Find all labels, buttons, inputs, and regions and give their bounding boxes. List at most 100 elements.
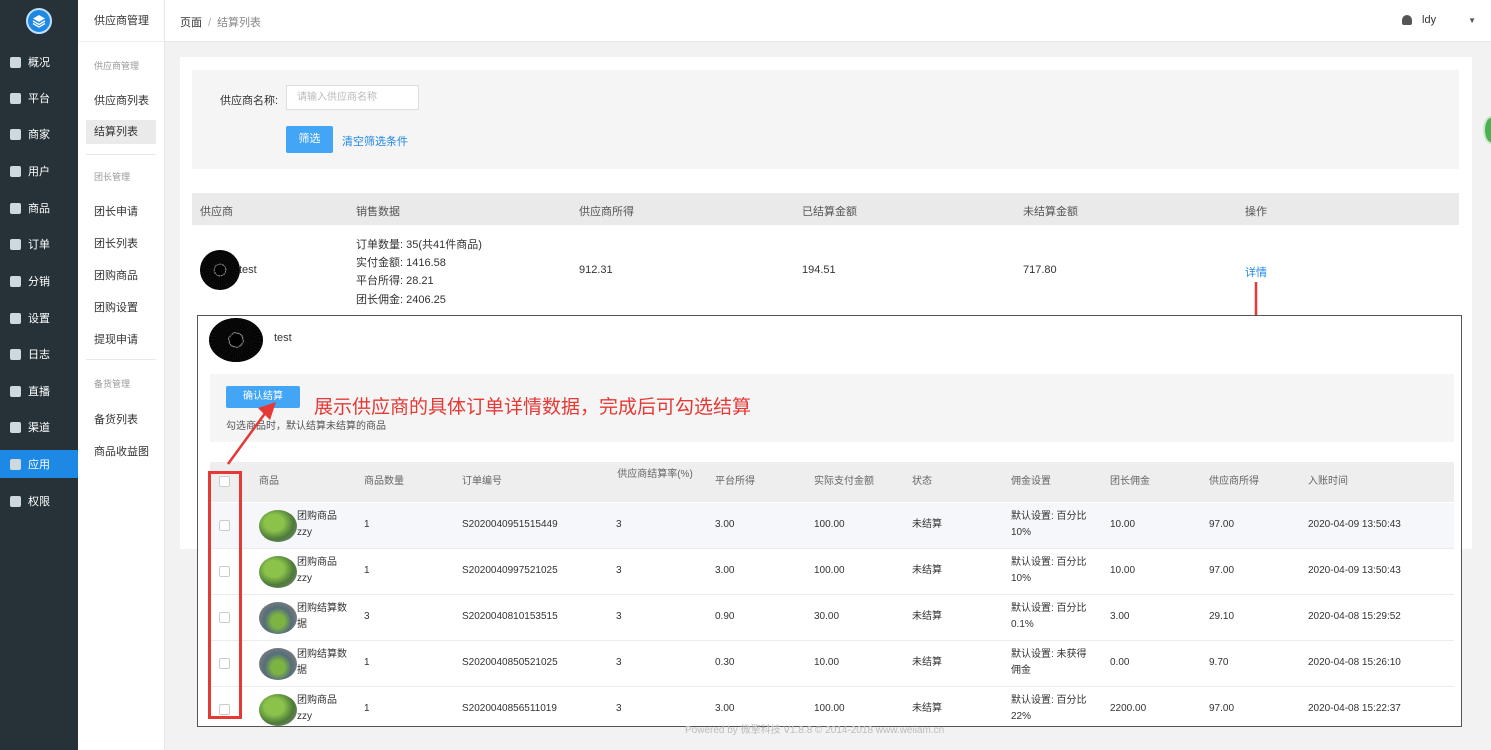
cell-name: 团购商品zzy bbox=[297, 695, 337, 722]
filter-button[interactable]: 筛选 bbox=[286, 126, 333, 153]
nav-item[interactable]: 直播 bbox=[0, 377, 78, 405]
nav-item-label: 应用 bbox=[28, 459, 50, 471]
subnav-divider bbox=[86, 359, 156, 360]
clear-filter-link[interactable]: 清空筛选条件 bbox=[342, 133, 408, 149]
cell-leader: 3.00 bbox=[1110, 611, 1130, 622]
product-thumbnail bbox=[259, 602, 297, 634]
nav-item[interactable]: 平台 bbox=[0, 84, 78, 112]
cell-paid: 100.00 bbox=[814, 519, 845, 530]
cell-commission: 默认设置: 百分比10% bbox=[1011, 511, 1087, 538]
detail-link[interactable]: 详情 bbox=[1245, 264, 1267, 280]
cell-status: 未结算 bbox=[912, 703, 942, 714]
supplier-name-label: 供应商名称: bbox=[220, 95, 279, 107]
nav-item[interactable]: 渠道 bbox=[0, 413, 78, 441]
floating-help-icon[interactable] bbox=[1483, 116, 1491, 144]
nav-item-label: 渠道 bbox=[28, 422, 50, 434]
cell-qty: 1 bbox=[364, 565, 370, 576]
cell-income: 29.10 bbox=[1209, 611, 1235, 622]
cell-time: 2020-04-08 15:26:10 bbox=[1308, 657, 1401, 668]
cell-name: 团购商品zzy bbox=[297, 557, 337, 584]
nav-item-label: 设置 bbox=[28, 313, 50, 325]
nav-item[interactable]: 权限 bbox=[0, 487, 78, 515]
settlement-detail-panel: test 确认结算 勾选商品时，默认结算未结算的商品 展示供应商的具体订单详情数… bbox=[197, 315, 1462, 727]
cell-income: 97.00 bbox=[1209, 703, 1235, 714]
subnav-item-group-goods[interactable]: 团购商品 bbox=[86, 264, 156, 288]
detail-supplier-avatar bbox=[209, 318, 263, 362]
monitor-icon bbox=[10, 92, 21, 104]
column-header: 佣金设置 bbox=[1011, 476, 1051, 487]
table-row: 团购商品zzy 1 S2020040997521025 3 3.00 100.00 未结算 默… bbox=[210, 549, 1454, 595]
cell-rate: 3 bbox=[616, 611, 622, 622]
user-icon bbox=[1402, 15, 1413, 25]
nav-item[interactable]: 商品 bbox=[0, 194, 78, 222]
cell-rate: 3 bbox=[616, 519, 622, 530]
column-header: 状态 bbox=[912, 476, 932, 487]
breadcrumb-current: 结算列表 bbox=[217, 17, 262, 29]
subnav-item-supplier-list[interactable]: 供应商列表 bbox=[86, 89, 156, 113]
cell-time: 2020-04-08 15:22:37 bbox=[1308, 703, 1401, 714]
cell-paid: 30.00 bbox=[814, 611, 840, 622]
subnav-item-leader-list[interactable]: 团长列表 bbox=[86, 232, 156, 256]
goods-icon bbox=[10, 202, 21, 214]
top-bar: 页面 / 结算列表 ldy ▼ bbox=[165, 0, 1491, 42]
nav-item[interactable]: 用户 bbox=[0, 157, 78, 185]
nav-item-label: 用户 bbox=[28, 166, 50, 178]
nav-item-label: 权限 bbox=[28, 496, 50, 508]
user-menu[interactable]: ldy ▼ bbox=[1402, 14, 1476, 26]
column-header: 供应商结算率(%) bbox=[617, 469, 693, 480]
cell-income: 9.70 bbox=[1209, 657, 1229, 668]
cell-commission: 默认设置: 百分比10% bbox=[1011, 557, 1087, 584]
cell-status: 未结算 bbox=[912, 657, 942, 668]
subnav-item-revenue-chart[interactable]: 商品收益图 bbox=[86, 440, 156, 464]
breadcrumb-root[interactable]: 页面 bbox=[180, 17, 202, 29]
column-header: 商品 bbox=[259, 476, 279, 487]
product-thumbnail bbox=[259, 648, 297, 680]
chevron-down-icon[interactable]: ▼ bbox=[1468, 16, 1476, 25]
annotation-arrow-up-icon bbox=[226, 402, 276, 465]
column-header: 商品数量 bbox=[364, 476, 404, 487]
nav-item[interactable]: 日志 bbox=[0, 340, 78, 368]
nav-item[interactable]: 设置 bbox=[0, 304, 78, 332]
nav-item-label: 商品 bbox=[28, 203, 50, 215]
nav-item[interactable]: 概况 bbox=[0, 48, 78, 76]
nav-item-label: 分销 bbox=[28, 276, 50, 288]
cell-qty: 1 bbox=[364, 519, 370, 530]
cell-commission: 默认设置: 未获得佣金 bbox=[1011, 649, 1087, 676]
nav-item[interactable]: 分销 bbox=[0, 267, 78, 295]
column-header: 实际支付金额 bbox=[814, 476, 874, 487]
nav-item[interactable]: 商家 bbox=[0, 120, 78, 148]
product-thumbnail bbox=[259, 556, 297, 588]
sales-paid-amount: 实付金额: 1416.58 bbox=[356, 257, 446, 269]
supplier-income: 912.31 bbox=[579, 264, 613, 276]
subnav-item-leader-apply[interactable]: 团长申请 bbox=[86, 200, 156, 224]
supplier-avatar bbox=[200, 250, 240, 290]
column-header: 团长佣金 bbox=[1110, 476, 1150, 487]
column-header: 订单编号 bbox=[462, 476, 502, 487]
cell-status: 未结算 bbox=[912, 611, 942, 622]
user-icon bbox=[10, 165, 21, 177]
subnav-item-withdraw[interactable]: 提现申请 bbox=[86, 328, 156, 352]
subnav-item-stock-list[interactable]: 备货列表 bbox=[86, 408, 156, 432]
column-header: 入账时间 bbox=[1308, 476, 1348, 487]
cell-qty: 1 bbox=[364, 657, 370, 668]
supplier-name-input[interactable]: 请输入供应商名称 bbox=[286, 85, 419, 110]
cell-leader: 10.00 bbox=[1110, 519, 1136, 530]
cell-leader: 10.00 bbox=[1110, 565, 1136, 576]
user-name: ldy bbox=[1422, 14, 1437, 26]
filter-panel: 供应商名称: 请输入供应商名称 筛选 清空筛选条件 bbox=[192, 70, 1459, 169]
live-icon bbox=[10, 385, 21, 397]
nav-item[interactable]: 订单 bbox=[0, 230, 78, 258]
table-row: 团购结算数据 3 S2020040810153515 3 0.90 30.00 未结算 默认设… bbox=[210, 595, 1454, 641]
apps-icon bbox=[10, 458, 21, 470]
app-logo-icon[interactable] bbox=[26, 8, 52, 34]
cell-platform: 0.90 bbox=[715, 611, 735, 622]
subnav-item-group-settings[interactable]: 团购设置 bbox=[86, 296, 156, 320]
nav-item[interactable]: 应用 bbox=[0, 450, 78, 478]
column-header: 操作 bbox=[1245, 206, 1267, 218]
nav-item-label: 商家 bbox=[28, 129, 50, 141]
breadcrumb-separator: / bbox=[208, 17, 212, 29]
subnav-group-stock: 备货管理 bbox=[94, 379, 131, 389]
subnav-item-settlement-list[interactable]: 结算列表 bbox=[86, 120, 156, 144]
cell-order: S2020040951515449 bbox=[462, 519, 558, 530]
cell-status: 未结算 bbox=[912, 565, 942, 576]
